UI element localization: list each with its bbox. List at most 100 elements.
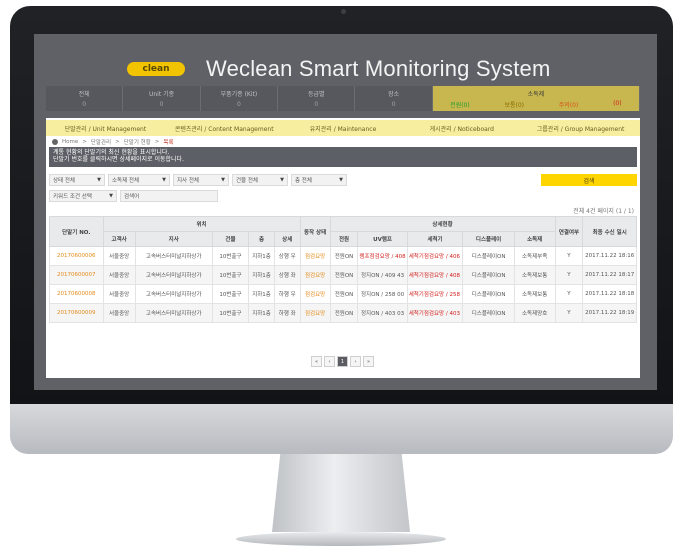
cell-sterilizer: 세척기점검요망 / 258 00 — [406, 284, 464, 304]
camera-icon — [341, 9, 346, 14]
first-page-button[interactable]: « — [311, 356, 322, 367]
cell-status: 점검요망 — [299, 265, 331, 285]
last-page-button[interactable]: » — [363, 356, 374, 367]
prev-page-button[interactable]: ‹ — [324, 356, 335, 367]
cell-client: 서울중앙 — [102, 265, 136, 285]
cell-status: 점검요망 — [299, 246, 331, 266]
col-detail-loc: 상세 — [273, 231, 301, 247]
col-uv: UV램프 — [357, 231, 408, 247]
nav-item-all[interactable]: 전체 0 — [46, 86, 124, 111]
col-floor: 층 — [248, 231, 275, 247]
search-button[interactable]: 검색 — [541, 174, 637, 186]
col-connection: 연결여부 — [554, 216, 584, 247]
monitor-chin — [10, 404, 673, 454]
col-building: 건물 — [211, 231, 250, 247]
nav-item-place[interactable]: 장소 0 — [355, 86, 433, 111]
cell-detail-loc: 상행 좌 — [273, 265, 301, 285]
cell-sterilizer: 세척기점검요망 / 403 03 — [406, 303, 464, 323]
chevron-down-icon: ▼ — [339, 177, 343, 183]
breadcrumb-section[interactable]: 단말기 현황 — [124, 138, 151, 146]
notice-line: 계통 현황의 단말기의 최신 현황을 표시합니다. — [53, 149, 170, 156]
cell-connection: Y — [554, 246, 584, 266]
cell-disinfectant: 소독제부족 — [513, 246, 556, 266]
cell-sterilizer: 세척기점검요망 / 406 42 — [406, 246, 464, 266]
notice-line: 단말기 번호를 클릭하시면 상세페이지로 이동합니다. — [53, 156, 184, 163]
tab-group-management[interactable]: 그룹관리 / Group Management — [521, 120, 640, 136]
cell-branch: 고속버스터미널지하상가 — [134, 303, 213, 323]
status-select[interactable]: 상태 전체 ▼ — [49, 174, 105, 186]
cell-detail-loc: 상행 우 — [273, 246, 301, 266]
notice-box: 계통 현황의 단말기의 최신 현황을 표시합니다. 단말기 번호를 클릭하시면 … — [49, 147, 637, 167]
unit-table: 단말기 NO. 위치 동작 상태 상세현황 연결여부 최종 수신 일시 고객사 … — [49, 216, 637, 323]
breadcrumb: Home > 단말관리 > 단말기 현황 > 목록 — [52, 138, 174, 146]
keyword-select[interactable]: 키워드 조건 선택 ▼ — [49, 190, 117, 202]
table-row[interactable]: 20170600006 서울중앙 고속버스터미널지하상가 10번출구 지하1층 … — [49, 246, 637, 266]
cell-display: 디스플레이ON — [462, 284, 515, 304]
status-caution: 주의(0) — [558, 102, 579, 109]
col-branch: 지사 — [134, 231, 213, 247]
nav-item-unit[interactable]: Unit 기종 0 — [123, 86, 201, 111]
chevron-down-icon: ▼ — [109, 193, 113, 199]
unit-no-link[interactable]: 20170600006 — [49, 246, 104, 266]
col-unit-no: 단말기 NO. — [49, 216, 104, 247]
cell-uv: 정지ON / 403 03 — [357, 303, 408, 323]
cell-sterilizer: 세척기점검요망 / 408 42 — [406, 265, 464, 285]
status-danger: (0) — [613, 100, 622, 107]
main-panel: 단말관리 / Unit Management 콘텐츠관리 / Content M… — [46, 118, 640, 378]
chevron-down-icon: ▼ — [162, 177, 166, 183]
home-icon[interactable] — [52, 139, 58, 145]
chevron-right-icon: > — [154, 139, 160, 145]
cell-power: 전원ON — [329, 246, 359, 266]
cell-connection: Y — [554, 265, 584, 285]
next-page-button[interactable]: › — [350, 356, 361, 367]
keyword-input[interactable]: 검색어 — [120, 190, 218, 202]
page-title: Weclean Smart Monitoring System — [206, 56, 551, 81]
unit-no-link[interactable]: 20170600009 — [49, 303, 104, 323]
nav-item-grade[interactable]: 등급별 0 — [278, 86, 356, 111]
table-row[interactable]: 20170600008 서울중앙 고속버스터미널지하상가 10번출구 지하1층 … — [49, 284, 637, 304]
cell-connection: Y — [554, 303, 584, 323]
cell-power: 전원ON — [329, 265, 359, 285]
result-count: 전체 4건 페이지 (1 / 1) — [573, 208, 634, 215]
breadcrumb-current: 목록 — [163, 140, 174, 146]
col-last-time: 최종 수신 일시 — [582, 216, 637, 247]
col-group-detail: 상세현황 — [329, 216, 556, 232]
breadcrumb-home[interactable]: Home — [62, 139, 78, 145]
col-client: 고객사 — [102, 231, 136, 247]
cell-building: 10번출구 — [211, 303, 250, 323]
branch-select[interactable]: 지사 전체 ▼ — [173, 174, 229, 186]
cell-building: 10번출구 — [211, 246, 250, 266]
cell-last-time: 2017.11.22 18:16 — [582, 246, 637, 266]
breadcrumb-parent[interactable]: 단말관리 — [91, 138, 111, 146]
unit-no-link[interactable]: 20170600008 — [49, 284, 104, 304]
col-power: 전원 — [329, 231, 359, 247]
building-select[interactable]: 건물 전체 ▼ — [232, 174, 288, 186]
nav-item-kit[interactable]: 부품기종 (Kit) 0 — [200, 86, 279, 111]
cell-uv: 정지ON / 258 00 — [357, 284, 408, 304]
cell-branch: 고속버스터미널지하상가 — [134, 265, 213, 285]
top-nav: 전체 0 Unit 기종 0 부품기종 (Kit) 0 등급별 0 장소 0 소독제 전원… — [46, 86, 640, 111]
status-moderate: 보통(0) — [504, 102, 525, 109]
chevron-down-icon: ▼ — [221, 177, 225, 183]
floor-select[interactable]: 층 전체 ▼ — [291, 174, 347, 186]
tab-unit-management[interactable]: 단말관리 / Unit Management — [46, 120, 165, 136]
tab-noticeboard[interactable]: 게시관리 / Noticeboard — [402, 120, 521, 136]
page-1-button[interactable]: 1 — [337, 356, 348, 367]
cell-disinfectant: 소독제양호 — [513, 303, 556, 323]
cell-client: 서울중앙 — [102, 284, 136, 304]
cell-status: 점검요망 — [299, 303, 331, 323]
col-disinfectant: 소독제 — [513, 231, 556, 247]
tab-maintenance[interactable]: 유지관리 / Maintenance — [284, 120, 403, 136]
col-status: 동작 상태 — [299, 216, 331, 247]
table-row[interactable]: 20170600009 서울중앙 고속버스터미널지하상가 10번출구 지하1층 … — [49, 303, 637, 323]
table-row[interactable]: 20170600007 서울중앙 고속버스터미널지하상가 10번출구 지하1층 … — [49, 265, 637, 285]
screen: clean Weclean Smart Monitoring System 전체… — [34, 34, 657, 390]
monitor-base — [236, 532, 446, 546]
cell-display: 디스플레이ON — [462, 265, 515, 285]
logo[interactable]: clean — [127, 62, 185, 76]
unit-no-link[interactable]: 20170600007 — [49, 265, 104, 285]
filter-row: 상태 전체 ▼ 소독제 전체 ▼ 지사 전체 ▼ 건물 전체 ▼ 층 전체 ▼ 검색 — [49, 174, 637, 186]
tab-content-management[interactable]: 콘텐츠관리 / Content Management — [165, 120, 284, 136]
nav-item-disinfectant[interactable]: 소독제 전원(0) 보통(0) 주의(0) (0) — [432, 86, 640, 111]
disinfectant-select[interactable]: 소독제 전체 ▼ — [108, 174, 170, 186]
